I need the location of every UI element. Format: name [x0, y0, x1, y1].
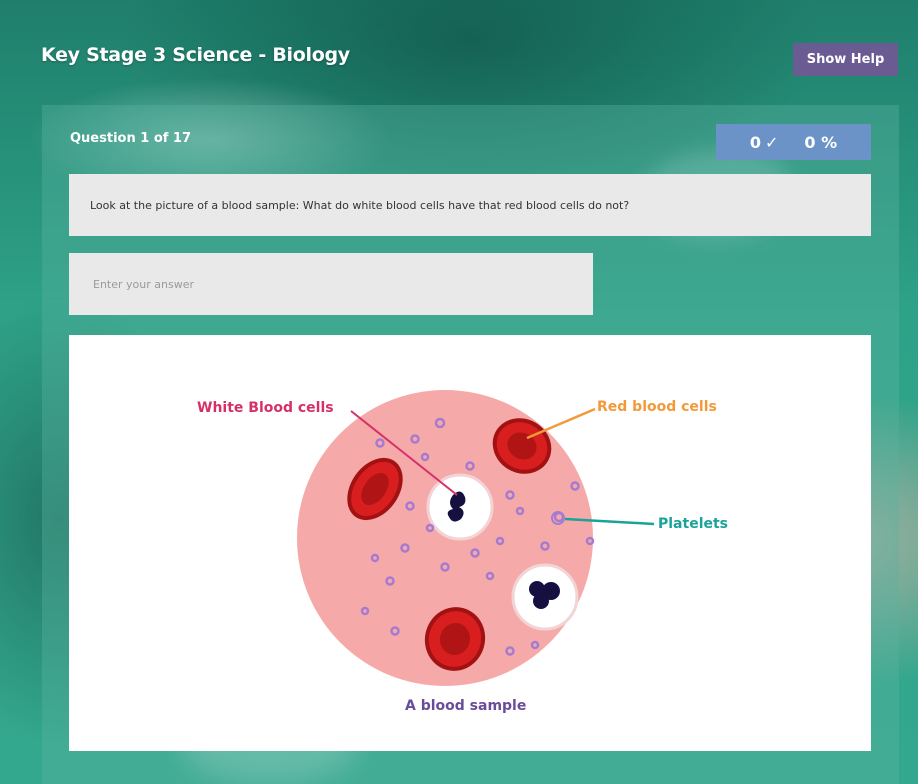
check-icon: ✓: [765, 132, 779, 152]
show-help-button[interactable]: Show Help: [793, 43, 898, 76]
score-correct-value: 0: [749, 132, 761, 152]
score-badge: 0 ✓ 0 %: [716, 124, 871, 160]
score-correct: 0 ✓: [750, 133, 779, 152]
question-text: Look at the picture of a blood sample: W…: [90, 198, 630, 212]
label-red-blood-cells: Red blood cells: [597, 399, 717, 415]
score-percent: 0 %: [804, 132, 838, 152]
question-image: White Blood cells Red blood cells Platel…: [69, 335, 871, 751]
blood-sample-diagram: White Blood cells Red blood cells Platel…: [197, 390, 728, 714]
label-platelets: Platelets: [658, 516, 728, 532]
question-text-box: Look at the picture of a blood sample: W…: [69, 174, 871, 236]
white-blood-cell: [426, 473, 494, 541]
question-counter: Question 1 of 17: [70, 131, 192, 146]
answer-input[interactable]: [69, 253, 593, 315]
label-white-blood-cells: White Blood cells: [197, 400, 334, 416]
white-blood-cell: [511, 563, 579, 631]
app-title: Key Stage 3 Science - Biology: [41, 44, 350, 66]
diagram-caption: A blood sample: [405, 698, 526, 714]
